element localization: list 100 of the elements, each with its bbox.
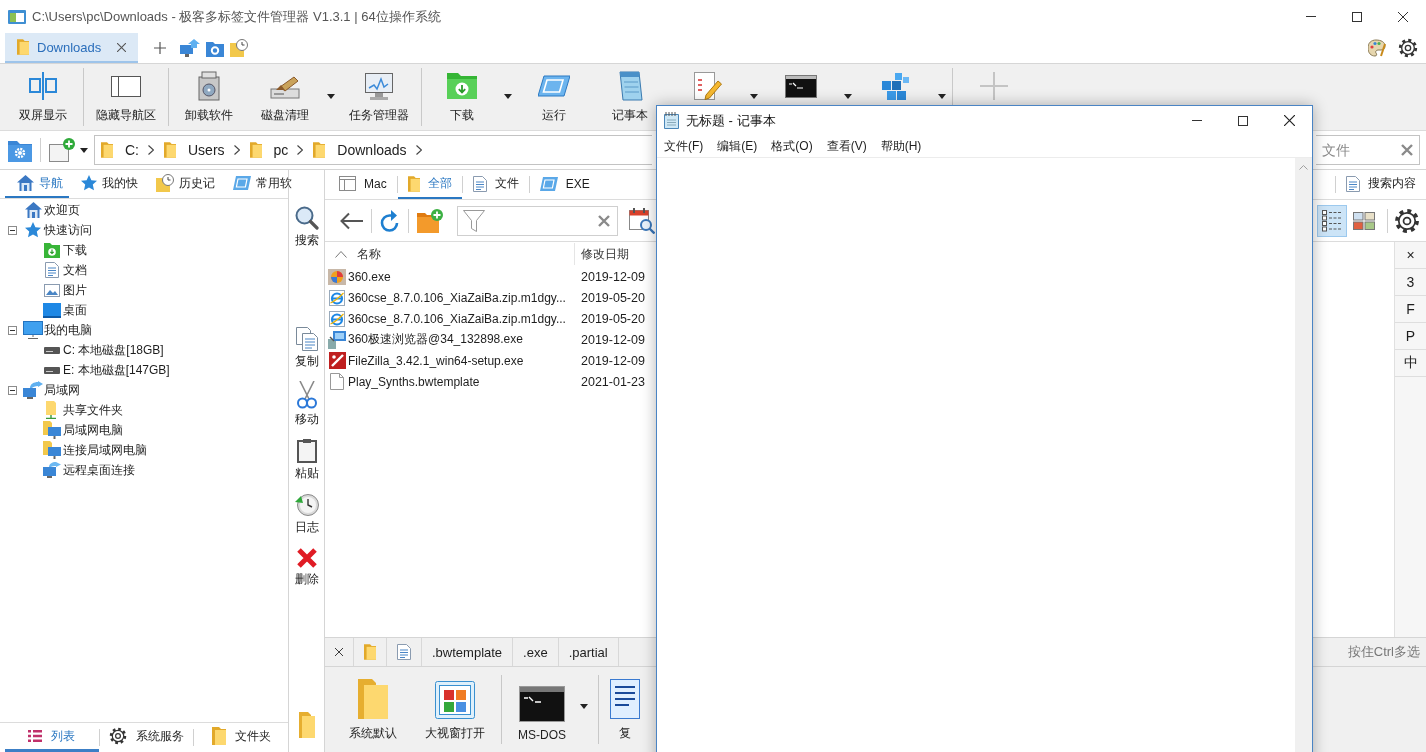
file-name[interactable]: FileZilla_3.42.1_win64-setup.exe xyxy=(348,353,524,368)
index-button[interactable]: F xyxy=(1395,296,1426,323)
breadcrumb-item[interactable]: C: xyxy=(125,142,139,158)
filter-tab[interactable]: 搜索内容 xyxy=(1336,170,1426,199)
collapse-icon[interactable] xyxy=(8,325,17,335)
launcher-button[interactable]: 复 xyxy=(605,667,645,752)
launcher-button[interactable]: MS-DOS xyxy=(508,667,592,752)
tree-item[interactable]: 局域网电脑 xyxy=(43,421,123,439)
tree-item[interactable]: 欢迎页 xyxy=(24,201,80,219)
launcher-button[interactable]: 系统默认 xyxy=(339,667,407,752)
breadcrumb-item[interactable]: pc xyxy=(273,142,289,158)
filter-tab[interactable]: Mac xyxy=(329,170,397,199)
window-title: C:\Users\pc\Downloads - 极客多标签文件管理器 V1.3.1 | 64位操作系统 xyxy=(32,7,441,26)
index-button[interactable]: 3 xyxy=(1395,269,1426,296)
index-button[interactable]: 中 xyxy=(1395,350,1426,377)
toolbar-button[interactable]: 隐藏导航区 xyxy=(86,64,166,130)
toolbar-button[interactable]: 运行 xyxy=(516,64,592,130)
filter-tab[interactable]: 文件 xyxy=(462,170,529,199)
menu-item[interactable]: 格式(O) xyxy=(764,136,820,156)
tree-item[interactable]: 文档 xyxy=(43,261,87,279)
action-button[interactable]: 粘贴 xyxy=(294,439,319,480)
tree-item[interactable]: 局域网 xyxy=(24,381,80,399)
new-document-button[interactable] xyxy=(49,138,75,162)
back-button[interactable] xyxy=(339,211,363,230)
menu-item[interactable]: 文件(F) xyxy=(657,136,711,156)
panel-tab[interactable]: 列表 xyxy=(5,723,99,752)
breadcrumb-chevron[interactable] xyxy=(297,145,304,155)
file-name[interactable]: 360极速浏览器@34_132898.exe xyxy=(348,331,523,348)
extension-filter[interactable]: .partial xyxy=(558,638,619,666)
panel-tab[interactable]: 文件夹 xyxy=(194,723,288,752)
tree-item[interactable]: 桌面 xyxy=(43,301,87,319)
file-name[interactable]: Play_Synths.bwtemplate xyxy=(348,374,480,389)
action-button[interactable]: 搜索 xyxy=(294,206,319,247)
toolbar-button[interactable]: 磁盘清理 xyxy=(247,64,339,130)
file-name[interactable]: 360.exe xyxy=(348,269,391,284)
scrollbar[interactable] xyxy=(1295,158,1312,752)
new-folder-button[interactable] xyxy=(417,208,443,233)
network-button[interactable] xyxy=(180,39,200,57)
tree-item[interactable]: 快速访问 xyxy=(24,221,92,239)
nav-tab[interactable]: 导航 xyxy=(5,170,69,198)
nav-tab[interactable]: 我的快 xyxy=(69,170,144,198)
toolbar-button[interactable]: 卸载软件 xyxy=(171,64,247,130)
tree-item[interactable]: 我的电脑 xyxy=(24,321,92,339)
tree-item[interactable]: 远程桌面连接 xyxy=(43,461,135,479)
file-name[interactable]: 360cse_8.7.0.106_XiaZaiBa.zip.m1dgy... xyxy=(348,290,566,305)
action-button[interactable]: 删除 xyxy=(294,547,319,586)
action-button[interactable]: 日志 xyxy=(294,493,319,534)
extension-filter[interactable]: .bwtemplate xyxy=(422,638,514,666)
close-tab-button[interactable] xyxy=(115,40,128,54)
history-folder-button[interactable] xyxy=(230,39,248,57)
refresh-button[interactable] xyxy=(380,209,400,232)
view-mode-button[interactable] xyxy=(1317,204,1347,237)
dropdown-button[interactable] xyxy=(80,147,88,153)
breadcrumb-item[interactable]: Downloads xyxy=(337,142,407,158)
launcher-button[interactable]: 大视窗打开 xyxy=(415,667,495,752)
date-search-button[interactable] xyxy=(629,207,655,234)
tree-item[interactable]: E: 本地磁盘[147GB] xyxy=(43,361,170,379)
filter-field[interactable] xyxy=(457,205,618,236)
action-button[interactable]: 复制 xyxy=(294,327,319,368)
menu-item[interactable]: 帮助(H) xyxy=(873,136,929,156)
folder-tab[interactable]: Downloads xyxy=(5,33,138,63)
index-button[interactable]: P xyxy=(1395,323,1426,350)
address-bar[interactable]: C: Users pc Downloads xyxy=(94,135,652,165)
toolbar-button[interactable]: 任务管理器 xyxy=(339,64,419,130)
filter-tab[interactable]: EXE xyxy=(529,170,600,199)
index-button[interactable]: × xyxy=(1395,242,1426,269)
new-tab-button[interactable] xyxy=(154,42,166,54)
settings-folder-button[interactable] xyxy=(206,39,224,57)
tree-item[interactable]: C: 本地磁盘[18GB] xyxy=(43,341,164,359)
column-header[interactable]: 修改日期 xyxy=(575,243,629,265)
settings-button[interactable] xyxy=(1394,207,1420,234)
nav-tab[interactable]: 历史记 xyxy=(144,170,221,198)
search-field[interactable]: 文件 xyxy=(1316,135,1420,165)
collapse-icon[interactable] xyxy=(8,225,17,235)
toolbar-button[interactable]: 双屏显示 xyxy=(5,64,81,130)
action-button[interactable]: 移动 xyxy=(294,381,319,426)
column-header[interactable]: 名称 xyxy=(325,243,575,265)
filter-tab[interactable]: 全部 xyxy=(397,170,462,199)
breadcrumb-chevron[interactable] xyxy=(233,145,240,155)
file-name[interactable]: 360cse_8.7.0.106_XiaZaiBa.zip.m1dgy... xyxy=(348,311,566,326)
extension-filter[interactable]: .exe xyxy=(513,638,559,666)
minimize-icon xyxy=(1306,16,1316,17)
toolbar-button[interactable]: 下载 xyxy=(424,64,516,130)
tree-item[interactable]: 连接局域网电脑 xyxy=(43,441,147,459)
menu-item[interactable]: 编辑(E) xyxy=(710,136,765,156)
breadcrumb-item[interactable]: Users xyxy=(188,142,225,158)
settings-button[interactable] xyxy=(1398,38,1418,58)
settings-folder-button[interactable] xyxy=(8,138,32,162)
tree-item[interactable]: 图片 xyxy=(43,281,87,299)
menu-item[interactable]: 查看(V) xyxy=(819,136,874,156)
nav-tab[interactable]: 常用软 xyxy=(221,170,298,198)
minimize-icon xyxy=(1192,120,1202,121)
collapse-icon[interactable] xyxy=(8,385,17,395)
panel-tab[interactable]: 系统服务 xyxy=(99,723,194,752)
breadcrumb-chevron[interactable] xyxy=(415,145,422,155)
caret-down-icon xyxy=(80,147,88,153)
tree-item[interactable]: 下载 xyxy=(43,241,87,259)
breadcrumb-chevron[interactable] xyxy=(148,145,154,155)
tree-item[interactable]: 共享文件夹 xyxy=(43,401,123,419)
theme-button[interactable] xyxy=(1368,39,1386,57)
